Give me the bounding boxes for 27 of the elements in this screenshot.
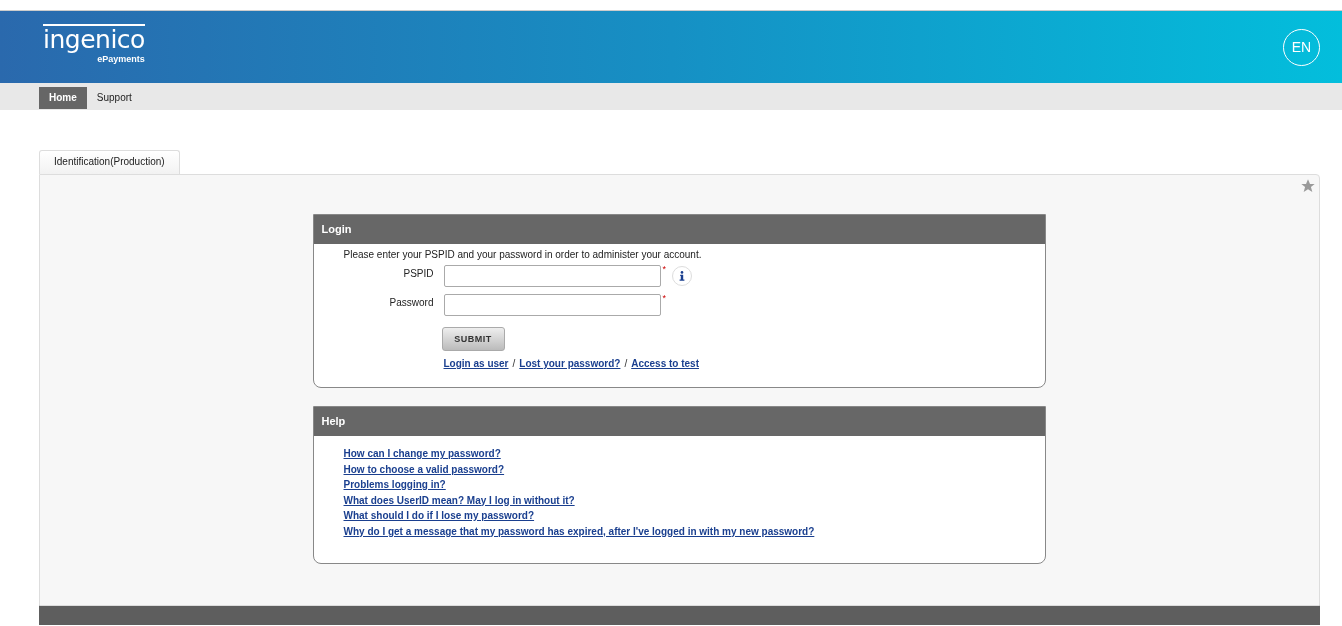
tab[interactable]: Identification(Production) (39, 150, 180, 174)
logo-subtitle: ePayments (97, 54, 145, 64)
text-link[interactable]: Lost your password? (519, 358, 621, 369)
field-label: PSPID (402, 267, 435, 281)
panel-title: Login (313, 215, 1045, 244)
required-mark: * (662, 265, 666, 273)
panel-title: Help (313, 407, 1045, 436)
input-field[interactable] (443, 265, 661, 287)
help-link[interactable]: Why do I get a message that my password has expired, after I've logged in with my new password? (343, 525, 815, 537)
submit-button[interactable]: SUBMIT (441, 327, 505, 351)
nav-link[interactable]: Support (86, 87, 142, 109)
separator-text: / (512, 358, 516, 369)
input-field[interactable] (443, 294, 661, 316)
required-mark: * (662, 294, 666, 302)
separator-text: / (624, 358, 628, 369)
help-link[interactable]: How to choose a valid password? (343, 463, 505, 475)
field-label: Password (388, 296, 435, 310)
logo-text: ingenico (43, 24, 145, 54)
help-link[interactable]: What does UserID mean? May I log in without it? (343, 494, 575, 506)
star-icon[interactable] (1300, 178, 1316, 194)
text-link[interactable]: Access to test (631, 358, 699, 369)
help-link[interactable]: Problems logging in? (343, 479, 446, 490)
help-link[interactable]: How can I change my password? (343, 448, 501, 459)
text-link[interactable]: Login as user (443, 358, 509, 369)
help-link[interactable]: What should I do if I lose my password? (343, 510, 535, 521)
nav-link[interactable]: Home (39, 87, 87, 109)
intro-text: Please enter your PSPID and your password in order to administer your account. (343, 249, 703, 260)
